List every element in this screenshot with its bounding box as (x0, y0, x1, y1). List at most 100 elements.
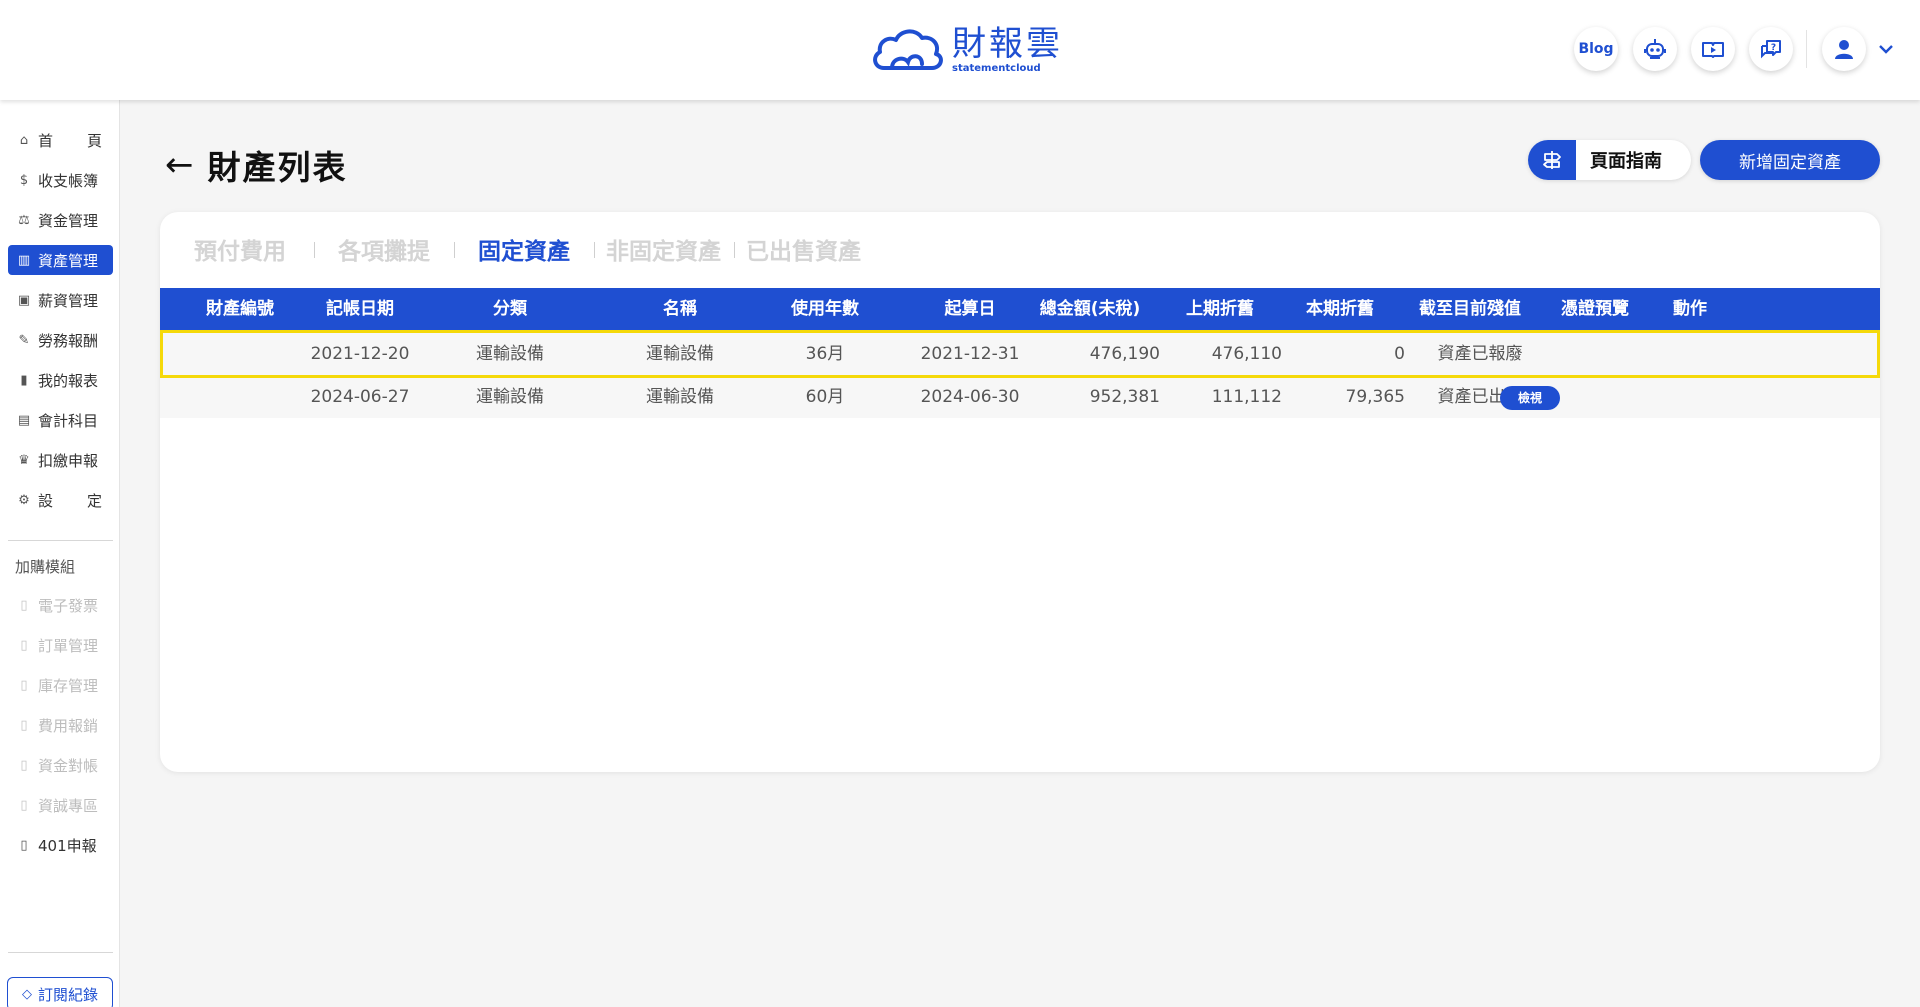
sidebar-item-home[interactable]: ⌂ 首頁 (8, 125, 113, 155)
chevron-down-icon[interactable] (1878, 40, 1894, 59)
table-row[interactable]: 2021-12-20 運輸設備 運輸設備 36月 2021-12-31 476,… (160, 333, 1880, 375)
asset-chart-icon: ▥ (17, 252, 31, 268)
column-header: 分類 (493, 299, 527, 319)
withholding-icon: ♛ (18, 452, 30, 468)
cell-curr-depreciation: 79,365 (1345, 387, 1405, 407)
sidebar-item-label: 扣繳申報 (38, 451, 99, 470)
payroll-icon: ▣ (17, 292, 31, 308)
sidebar-divider (8, 540, 113, 541)
column-header: 動作 (1673, 299, 1707, 319)
help-chat-button[interactable]: ? (1749, 27, 1793, 71)
sidebar-addon-reconcile[interactable]: ▯ 資金對帳 (8, 750, 113, 780)
cell-date: 2024-06-27 (310, 387, 410, 407)
cell-total: 952,381 (1089, 387, 1160, 407)
tab-prepaid[interactable]: 預付費用 (194, 232, 286, 266)
view-button[interactable]: 檢視 (1500, 386, 1560, 410)
column-header: 上期折舊 (1186, 299, 1254, 319)
cell-start-date: 2024-06-30 (920, 387, 1020, 407)
sidebar-item-label: 薪資管理 (38, 291, 99, 310)
settings-icon: ⚙ (18, 492, 30, 508)
sidebar-item-funds[interactable]: ⚖ 資金管理 (8, 205, 113, 235)
column-header: 使用年數 (791, 299, 859, 319)
lock-book-icon: ▯ (20, 717, 28, 733)
sidebar-item-label: 費用報銷 (38, 716, 99, 735)
sidebar-item-settings[interactable]: ⚙ 設定 (8, 485, 113, 515)
page-guide-label: 頁面指南 (1590, 151, 1662, 172)
sidebar-item-label: 勞務報酬 (38, 331, 99, 350)
lock-book-icon: ▯ (20, 797, 28, 813)
book-icon: ▯ (20, 837, 28, 853)
sidebar-item-payroll[interactable]: ▣ 薪資管理 (8, 285, 113, 315)
column-header: 名稱 (663, 299, 697, 319)
diamond-icon: ◇ (21, 986, 32, 1002)
tab-separator (594, 242, 595, 258)
labor-icon: ✎ (18, 332, 30, 348)
logo-subtext: statementcloud (952, 62, 1041, 74)
column-header: 財產編號 (206, 299, 274, 319)
sidebar-item-label: 電子發票 (38, 596, 99, 615)
lock-book-icon: ▯ (20, 757, 28, 773)
cell-years: 60月 (805, 387, 845, 407)
tab-sold-assets[interactable]: 已出售資產 (746, 232, 861, 266)
sidebar-item-label: 401申報 (38, 836, 97, 855)
sidebar-item-withholding[interactable]: ♛ 扣繳申報 (8, 445, 113, 475)
robot-button[interactable] (1633, 27, 1677, 71)
tab-fixed-assets[interactable]: 固定資產 (478, 232, 570, 266)
video-guide-button[interactable] (1691, 27, 1735, 71)
sidebar-item-label: 我的報表 (38, 371, 99, 390)
svg-text:?: ? (1771, 43, 1776, 53)
tab-non-fixed-assets[interactable]: 非固定資產 (606, 232, 721, 266)
top-header: 財報雲 statementcloud Blog ? (0, 0, 1920, 100)
logo[interactable]: 財報雲 statementcloud (870, 22, 1063, 78)
account-icon: ▤ (17, 412, 31, 428)
sidebar-item-assets[interactable]: ▥ 資產管理 (8, 245, 113, 275)
report-icon: ▮ (20, 372, 28, 388)
cell-total: 476,190 (1089, 344, 1160, 364)
blog-button[interactable]: Blog (1574, 27, 1618, 71)
cell-residual: 資產已報廢 (1437, 344, 1523, 364)
sidebar-item-ledger[interactable]: $ 收支帳簿 (8, 165, 113, 195)
add-fixed-asset-button[interactable]: 新增固定資產 (1700, 140, 1880, 180)
user-avatar-button[interactable] (1822, 27, 1866, 71)
lock-book-icon: ▯ (20, 597, 28, 613)
sidebar-item-label: 資金對帳 (38, 756, 99, 775)
sidebar-addon-expenses[interactable]: ▯ 費用報銷 (8, 710, 113, 740)
table-header: 財產編號 記帳日期 分類 名稱 使用年數 起算日 總金額(未稅) 上期折舊 本期… (160, 288, 1880, 330)
sidebar-item-label: 資誠專區 (38, 796, 99, 815)
sidebar-item-label: 設定 (38, 491, 102, 510)
sidebar-addon-einvoice[interactable]: ▯ 電子發票 (8, 590, 113, 620)
sidebar-addon-inventory[interactable]: ▯ 庫存管理 (8, 670, 113, 700)
sidebar-addon-401[interactable]: ▯ 401申報 (8, 830, 113, 860)
cell-date: 2021-12-20 (310, 344, 410, 364)
fund-icon: ⚖ (18, 212, 30, 228)
video-guide-icon (1702, 42, 1724, 58)
robot-icon (1644, 39, 1666, 59)
cell-asset-no (190, 376, 290, 418)
column-header: 總金額(未稅) (1039, 299, 1141, 319)
sidebar-item-label: 會計科目 (38, 411, 99, 430)
page-header: ← 財產列表 (165, 140, 348, 190)
back-arrow-icon[interactable]: ← (165, 148, 194, 182)
signpost-icon (1528, 140, 1576, 180)
logo-text: 財報雲 (952, 23, 1063, 64)
tab-amortization[interactable]: 各項攤提 (338, 232, 430, 266)
sidebar-item-label: 資產管理 (38, 251, 99, 270)
lock-book-icon: ▯ (20, 677, 28, 693)
subscription-button[interactable]: ◇ 訂閱紀錄 (7, 977, 113, 1007)
cell-curr-depreciation: 0 (1394, 344, 1405, 364)
home-icon: ⌂ (19, 132, 29, 148)
cell-years: 36月 (805, 344, 845, 364)
sidebar-addon-orders[interactable]: ▯ 訂單管理 (8, 630, 113, 660)
sidebar-item-label: 訂單管理 (38, 636, 99, 655)
cell-name: 運輸設備 (646, 387, 714, 407)
column-header: 記帳日期 (326, 299, 394, 319)
sidebar-item-reports[interactable]: ▮ 我的報表 (8, 365, 113, 395)
page-guide-button[interactable]: 頁面指南 (1528, 140, 1691, 180)
asset-list-card: 預付費用 各項攤提 固定資產 非固定資產 已出售資產 財產編號 記帳日期 分類 … (160, 212, 1880, 772)
table-row[interactable]: 2024-06-27 運輸設備 運輸設備 60月 2024-06-30 952,… (160, 376, 1880, 418)
sidebar-addon-pwc[interactable]: ▯ 資誠專區 (8, 790, 113, 820)
sidebar-item-accounts[interactable]: ▤ 會計科目 (8, 405, 113, 435)
cell-category: 運輸設備 (476, 387, 544, 407)
lock-book-icon: ▯ (20, 637, 28, 653)
sidebar-item-labor[interactable]: ✎ 勞務報酬 (8, 325, 113, 355)
